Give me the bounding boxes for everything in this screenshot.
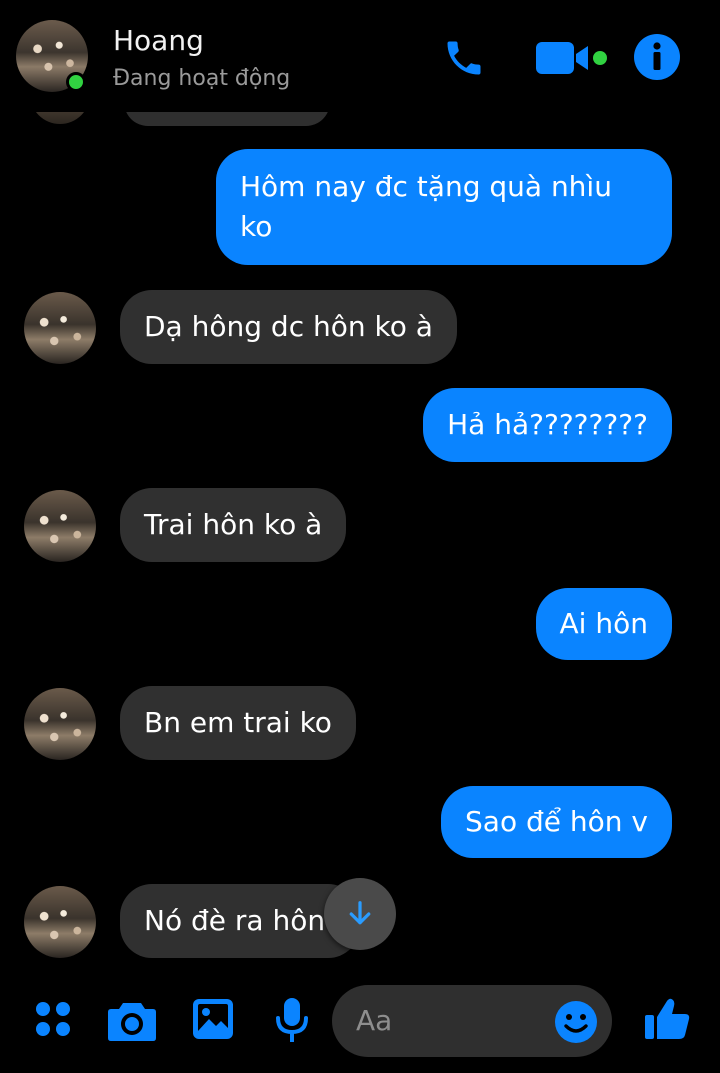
phone-call-button[interactable]: [440, 34, 488, 82]
message-text: Nó đè ra hôn: [144, 904, 326, 937]
message-list[interactable]: Hôm nay đc tặng quà nhìu ko Dạ hông dc h…: [0, 0, 720, 970]
received-message-bubble[interactable]: Bn em trai ko: [120, 686, 356, 760]
contact-avatar[interactable]: [24, 886, 96, 958]
camera-button[interactable]: [106, 996, 158, 1046]
contact-avatar[interactable]: [24, 292, 96, 364]
video-call-button[interactable]: [534, 36, 612, 80]
send-like-button[interactable]: [642, 994, 692, 1044]
info-icon: [653, 42, 661, 70]
conversation-info-button[interactable]: [634, 34, 680, 80]
message-text: Bn em trai ko: [144, 706, 332, 739]
message-text: Ai hôn: [559, 607, 648, 640]
contact-name[interactable]: Hoang: [113, 24, 204, 57]
message-input-placeholder[interactable]: Aa: [356, 1004, 392, 1037]
emoji-button[interactable]: [554, 1000, 598, 1044]
received-message-bubble[interactable]: Trai hôn ko à: [120, 488, 347, 562]
message-text: Sao để hôn v: [465, 805, 648, 838]
arrow-down-icon: [349, 901, 371, 925]
contact-status: Đang hoạt động: [113, 66, 291, 91]
message-text: Trai hôn ko à: [144, 508, 323, 541]
conversation-header: Hoang Đang hoạt động: [0, 0, 720, 112]
scroll-to-bottom-button[interactable]: [324, 878, 396, 950]
apps-icon: [36, 1002, 70, 1036]
more-actions-button[interactable]: [30, 996, 76, 1042]
emoji-icon: [555, 1001, 597, 1043]
online-indicator: [66, 72, 86, 92]
contact-avatar[interactable]: [24, 688, 96, 760]
gallery-icon: [193, 999, 233, 1039]
gallery-button[interactable]: [190, 996, 236, 1042]
sent-message-bubble[interactable]: Hôm nay đc tặng quà nhìu ko: [216, 149, 672, 265]
video-call-icon: [536, 42, 607, 74]
received-message-bubble[interactable]: Dạ hông dc hôn ko à: [120, 290, 457, 364]
sent-message-bubble[interactable]: Ai hôn: [535, 588, 672, 660]
messenger-chat-screen: Hôm nay đc tặng quà nhìu ko Dạ hông dc h…: [0, 0, 720, 1073]
sent-message-bubble[interactable]: Hả hả????????: [423, 388, 672, 462]
microphone-icon: [276, 998, 308, 1042]
sent-message-bubble[interactable]: Sao để hôn v: [441, 786, 672, 858]
message-text: Dạ hông dc hôn ko à: [144, 310, 433, 343]
message-text: Hôm nay đc tặng quà nhìu ko: [240, 170, 612, 243]
thumbs-up-icon: [645, 998, 690, 1039]
phone-icon: [447, 41, 481, 75]
contact-avatar[interactable]: [24, 490, 96, 562]
camera-icon: [108, 1003, 156, 1041]
message-text: Hả hả????????: [447, 408, 648, 441]
voice-record-button[interactable]: [272, 996, 312, 1044]
